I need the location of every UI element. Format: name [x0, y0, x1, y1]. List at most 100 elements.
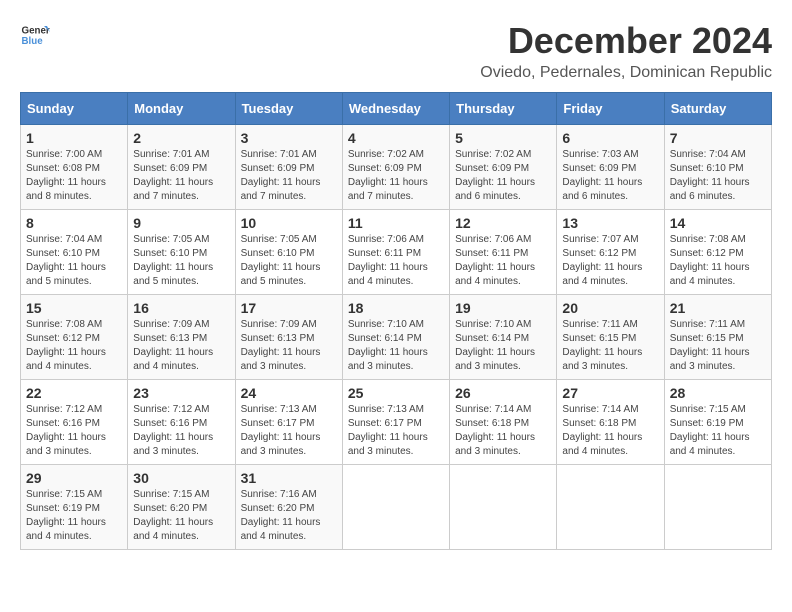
svg-text:Blue: Blue	[22, 36, 44, 47]
day-info: Sunrise: 7:06 AMSunset: 6:11 PMDaylight:…	[455, 234, 535, 287]
table-row: 22 Sunrise: 7:12 AMSunset: 6:16 PMDaylig…	[21, 380, 128, 465]
table-row: 4 Sunrise: 7:02 AMSunset: 6:09 PMDayligh…	[342, 125, 449, 210]
table-row: 30 Sunrise: 7:15 AMSunset: 6:20 PMDaylig…	[128, 465, 235, 550]
table-row: 5 Sunrise: 7:02 AMSunset: 6:09 PMDayligh…	[450, 125, 557, 210]
header-thursday: Thursday	[450, 93, 557, 125]
day-number: 31	[241, 470, 337, 486]
day-number: 19	[455, 300, 551, 316]
location-title: Oviedo, Pedernales, Dominican Republic	[480, 64, 772, 82]
table-row: 28 Sunrise: 7:15 AMSunset: 6:19 PMDaylig…	[664, 380, 771, 465]
day-info: Sunrise: 7:03 AMSunset: 6:09 PMDaylight:…	[562, 149, 642, 202]
day-number: 13	[562, 215, 658, 231]
day-info: Sunrise: 7:04 AMSunset: 6:10 PMDaylight:…	[26, 234, 106, 287]
table-row	[664, 465, 771, 550]
day-info: Sunrise: 7:15 AMSunset: 6:19 PMDaylight:…	[670, 404, 750, 457]
page-header: General Blue December 2024 Oviedo, Peder…	[20, 20, 772, 82]
logo: General Blue	[20, 20, 50, 50]
table-row: 12 Sunrise: 7:06 AMSunset: 6:11 PMDaylig…	[450, 210, 557, 295]
day-info: Sunrise: 7:15 AMSunset: 6:20 PMDaylight:…	[133, 489, 213, 542]
day-info: Sunrise: 7:06 AMSunset: 6:11 PMDaylight:…	[348, 234, 428, 287]
table-row: 6 Sunrise: 7:03 AMSunset: 6:09 PMDayligh…	[557, 125, 664, 210]
day-info: Sunrise: 7:10 AMSunset: 6:14 PMDaylight:…	[348, 319, 428, 372]
day-number: 14	[670, 215, 766, 231]
day-number: 29	[26, 470, 122, 486]
day-number: 15	[26, 300, 122, 316]
day-number: 30	[133, 470, 229, 486]
day-info: Sunrise: 7:00 AMSunset: 6:08 PMDaylight:…	[26, 149, 106, 202]
day-number: 22	[26, 385, 122, 401]
day-info: Sunrise: 7:02 AMSunset: 6:09 PMDaylight:…	[348, 149, 428, 202]
table-row: 1 Sunrise: 7:00 AMSunset: 6:08 PMDayligh…	[21, 125, 128, 210]
day-info: Sunrise: 7:12 AMSunset: 6:16 PMDaylight:…	[26, 404, 106, 457]
day-number: 12	[455, 215, 551, 231]
day-number: 24	[241, 385, 337, 401]
calendar-week-2: 8 Sunrise: 7:04 AMSunset: 6:10 PMDayligh…	[21, 210, 772, 295]
header-wednesday: Wednesday	[342, 93, 449, 125]
day-info: Sunrise: 7:14 AMSunset: 6:18 PMDaylight:…	[455, 404, 535, 457]
day-info: Sunrise: 7:08 AMSunset: 6:12 PMDaylight:…	[670, 234, 750, 287]
day-number: 3	[241, 130, 337, 146]
header-friday: Friday	[557, 93, 664, 125]
header-saturday: Saturday	[664, 93, 771, 125]
calendar-week-3: 15 Sunrise: 7:08 AMSunset: 6:12 PMDaylig…	[21, 295, 772, 380]
day-info: Sunrise: 7:09 AMSunset: 6:13 PMDaylight:…	[241, 319, 321, 372]
day-info: Sunrise: 7:11 AMSunset: 6:15 PMDaylight:…	[670, 319, 750, 372]
table-row: 9 Sunrise: 7:05 AMSunset: 6:10 PMDayligh…	[128, 210, 235, 295]
table-row: 29 Sunrise: 7:15 AMSunset: 6:19 PMDaylig…	[21, 465, 128, 550]
calendar-week-4: 22 Sunrise: 7:12 AMSunset: 6:16 PMDaylig…	[21, 380, 772, 465]
day-number: 18	[348, 300, 444, 316]
day-info: Sunrise: 7:09 AMSunset: 6:13 PMDaylight:…	[133, 319, 213, 372]
day-info: Sunrise: 7:02 AMSunset: 6:09 PMDaylight:…	[455, 149, 535, 202]
table-row	[342, 465, 449, 550]
day-number: 5	[455, 130, 551, 146]
day-info: Sunrise: 7:07 AMSunset: 6:12 PMDaylight:…	[562, 234, 642, 287]
day-info: Sunrise: 7:05 AMSunset: 6:10 PMDaylight:…	[133, 234, 213, 287]
day-info: Sunrise: 7:10 AMSunset: 6:14 PMDaylight:…	[455, 319, 535, 372]
logo-icon: General Blue	[20, 20, 50, 50]
day-info: Sunrise: 7:13 AMSunset: 6:17 PMDaylight:…	[348, 404, 428, 457]
table-row	[450, 465, 557, 550]
table-row: 11 Sunrise: 7:06 AMSunset: 6:11 PMDaylig…	[342, 210, 449, 295]
table-row: 24 Sunrise: 7:13 AMSunset: 6:17 PMDaylig…	[235, 380, 342, 465]
table-row: 17 Sunrise: 7:09 AMSunset: 6:13 PMDaylig…	[235, 295, 342, 380]
day-info: Sunrise: 7:16 AMSunset: 6:20 PMDaylight:…	[241, 489, 321, 542]
table-row: 14 Sunrise: 7:08 AMSunset: 6:12 PMDaylig…	[664, 210, 771, 295]
table-row: 15 Sunrise: 7:08 AMSunset: 6:12 PMDaylig…	[21, 295, 128, 380]
table-row: 19 Sunrise: 7:10 AMSunset: 6:14 PMDaylig…	[450, 295, 557, 380]
table-row: 23 Sunrise: 7:12 AMSunset: 6:16 PMDaylig…	[128, 380, 235, 465]
table-row: 27 Sunrise: 7:14 AMSunset: 6:18 PMDaylig…	[557, 380, 664, 465]
day-number: 26	[455, 385, 551, 401]
day-number: 8	[26, 215, 122, 231]
day-info: Sunrise: 7:01 AMSunset: 6:09 PMDaylight:…	[241, 149, 321, 202]
table-row: 31 Sunrise: 7:16 AMSunset: 6:20 PMDaylig…	[235, 465, 342, 550]
table-row: 7 Sunrise: 7:04 AMSunset: 6:10 PMDayligh…	[664, 125, 771, 210]
day-info: Sunrise: 7:11 AMSunset: 6:15 PMDaylight:…	[562, 319, 642, 372]
table-row: 13 Sunrise: 7:07 AMSunset: 6:12 PMDaylig…	[557, 210, 664, 295]
table-row: 20 Sunrise: 7:11 AMSunset: 6:15 PMDaylig…	[557, 295, 664, 380]
table-row: 26 Sunrise: 7:14 AMSunset: 6:18 PMDaylig…	[450, 380, 557, 465]
header-sunday: Sunday	[21, 93, 128, 125]
day-number: 6	[562, 130, 658, 146]
day-number: 11	[348, 215, 444, 231]
day-info: Sunrise: 7:01 AMSunset: 6:09 PMDaylight:…	[133, 149, 213, 202]
day-info: Sunrise: 7:15 AMSunset: 6:19 PMDaylight:…	[26, 489, 106, 542]
day-info: Sunrise: 7:13 AMSunset: 6:17 PMDaylight:…	[241, 404, 321, 457]
day-info: Sunrise: 7:05 AMSunset: 6:10 PMDaylight:…	[241, 234, 321, 287]
month-title: December 2024	[480, 20, 772, 62]
day-number: 20	[562, 300, 658, 316]
day-number: 9	[133, 215, 229, 231]
title-section: December 2024 Oviedo, Pedernales, Domini…	[480, 20, 772, 82]
table-row: 25 Sunrise: 7:13 AMSunset: 6:17 PMDaylig…	[342, 380, 449, 465]
calendar-week-5: 29 Sunrise: 7:15 AMSunset: 6:19 PMDaylig…	[21, 465, 772, 550]
day-number: 25	[348, 385, 444, 401]
table-row: 10 Sunrise: 7:05 AMSunset: 6:10 PMDaylig…	[235, 210, 342, 295]
table-row	[557, 465, 664, 550]
day-number: 28	[670, 385, 766, 401]
table-row: 16 Sunrise: 7:09 AMSunset: 6:13 PMDaylig…	[128, 295, 235, 380]
day-info: Sunrise: 7:08 AMSunset: 6:12 PMDaylight:…	[26, 319, 106, 372]
table-row: 8 Sunrise: 7:04 AMSunset: 6:10 PMDayligh…	[21, 210, 128, 295]
table-row: 18 Sunrise: 7:10 AMSunset: 6:14 PMDaylig…	[342, 295, 449, 380]
day-info: Sunrise: 7:14 AMSunset: 6:18 PMDaylight:…	[562, 404, 642, 457]
day-number: 27	[562, 385, 658, 401]
day-number: 23	[133, 385, 229, 401]
